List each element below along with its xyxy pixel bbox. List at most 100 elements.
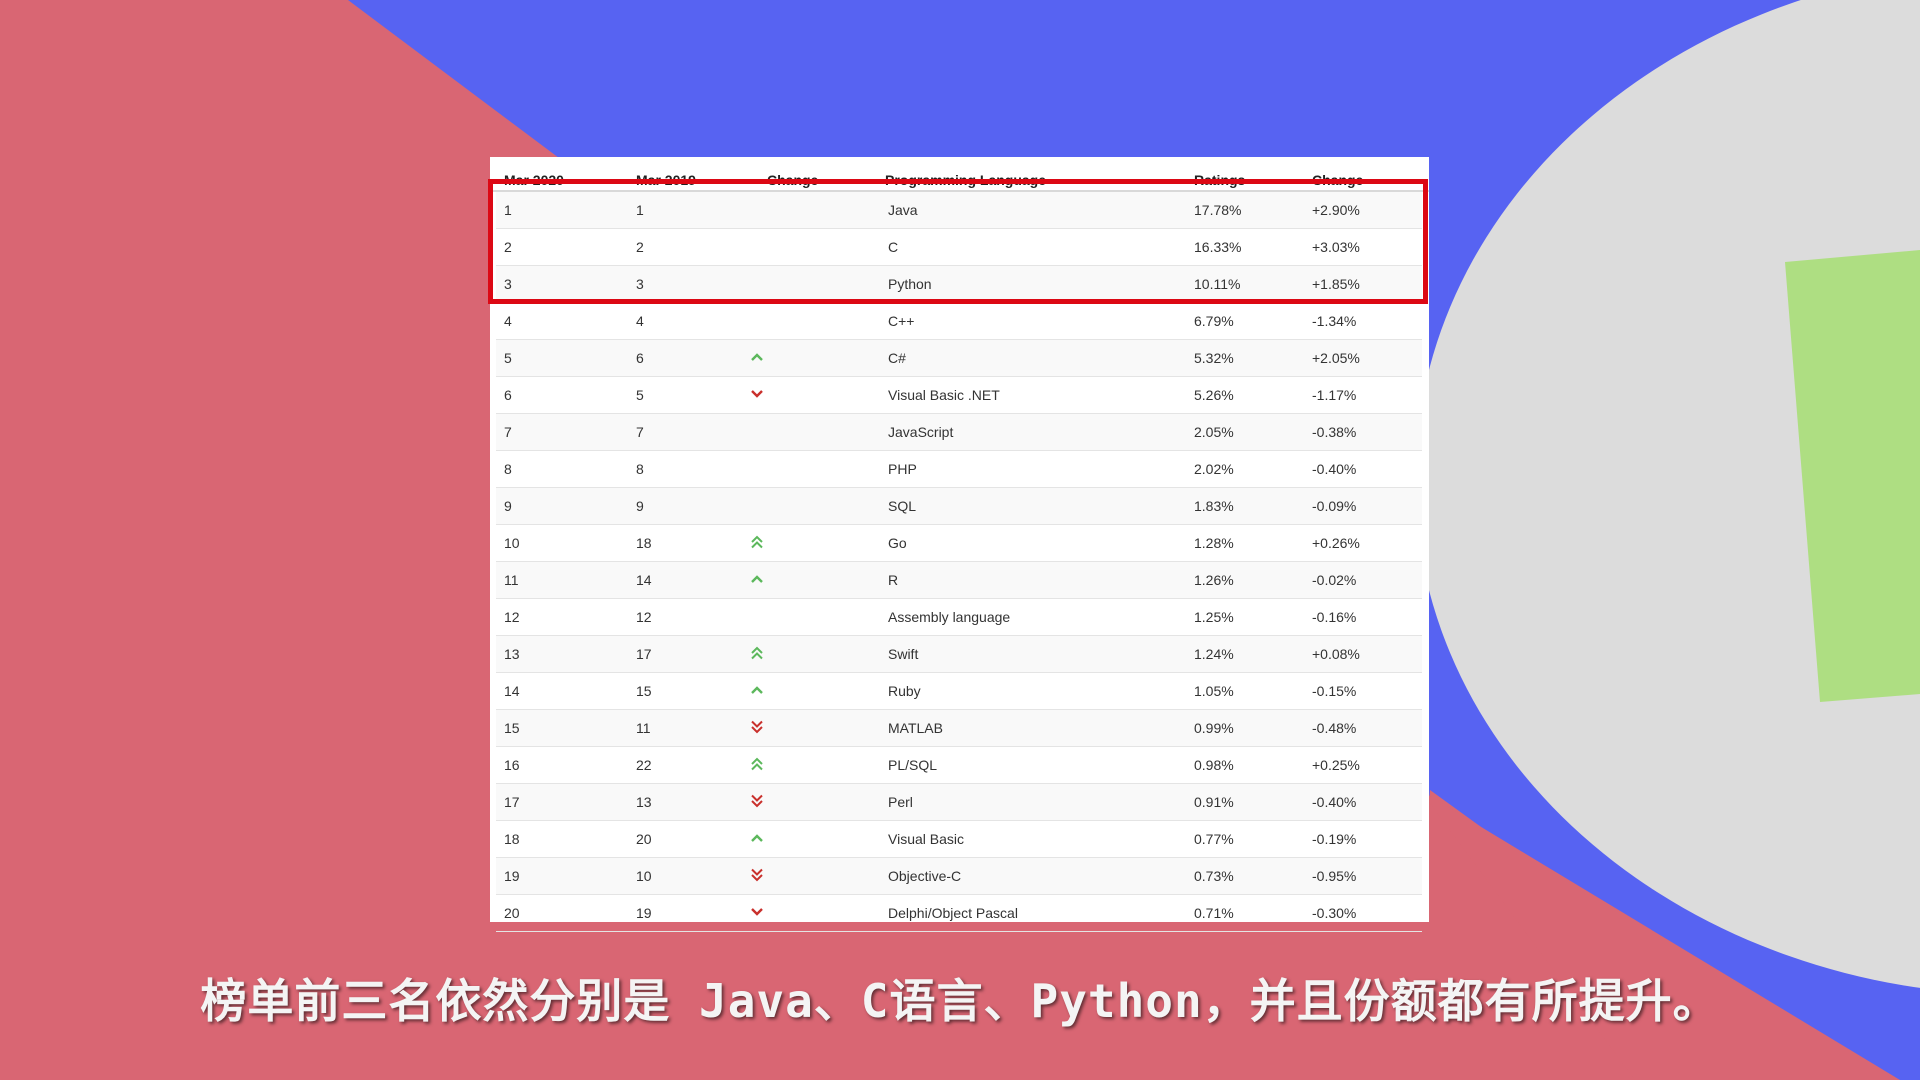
subtitle-caption: 榜单前三名依然分别是 Java、C语言、Python，并且份额都有所提升。 <box>200 974 1720 1028</box>
rating-change-cell: -0.19% <box>1312 831 1357 847</box>
language-cell: Swift <box>888 646 919 662</box>
rank-2019-cell: 4 <box>636 313 644 329</box>
double-chevron-up-icon <box>750 535 766 551</box>
rank-2020-cell: 19 <box>504 868 520 884</box>
rating-change-cell: +0.26% <box>1312 535 1360 551</box>
rating-cell: 0.91% <box>1194 794 1234 810</box>
language-cell: PHP <box>888 461 917 477</box>
language-cell: Objective-C <box>888 868 962 884</box>
rank-2020-cell: 12 <box>504 609 520 625</box>
rating-cell: 5.32% <box>1194 350 1234 366</box>
change-cell-empty <box>750 313 766 329</box>
rank-2019-cell: 11 <box>636 720 651 736</box>
rating-change-cell: +0.25% <box>1312 757 1360 773</box>
rank-2020-cell: 5 <box>504 350 512 366</box>
rank-2019-cell: 5 <box>636 387 644 403</box>
language-cell: C++ <box>888 313 915 329</box>
rank-2019-cell: 14 <box>636 572 652 588</box>
language-cell: Delphi/Object Pascal <box>888 905 1018 921</box>
rank-2020-cell: 10 <box>504 535 520 551</box>
table-row: 18 20 Visual Basic 0.77% -0.19% <box>496 821 1422 858</box>
rating-cell: 1.05% <box>1194 683 1234 699</box>
rating-change-cell: -0.30% <box>1312 905 1357 921</box>
change-cell-empty <box>750 609 766 625</box>
rank-2019-cell: 20 <box>636 831 652 847</box>
rank-2019-cell: 15 <box>636 683 652 699</box>
rating-cell: 1.28% <box>1194 535 1234 551</box>
rating-change-cell: -0.02% <box>1312 572 1357 588</box>
rating-change-cell: -0.48% <box>1312 720 1357 736</box>
rating-change-cell: -1.17% <box>1312 387 1357 403</box>
rating-change-cell: -0.15% <box>1312 683 1357 699</box>
rank-2019-cell: 17 <box>636 646 652 662</box>
table-row: 16 22 PL/SQL 0.98% +0.25% <box>496 747 1422 784</box>
rank-2020-cell: 14 <box>504 683 520 699</box>
language-cell: Assembly language <box>888 609 1011 625</box>
rating-cell: 0.98% <box>1194 757 1234 773</box>
table-row: 4 4 C++ 6.79% -1.34% <box>496 303 1422 340</box>
rank-2019-cell: 9 <box>636 498 644 514</box>
rating-cell: 1.83% <box>1194 498 1234 514</box>
double-chevron-down-icon <box>750 868 766 884</box>
rank-2020-cell: 15 <box>504 720 520 736</box>
rating-cell: 5.26% <box>1194 387 1234 403</box>
rating-cell: 2.05% <box>1194 424 1234 440</box>
rank-2020-cell: 8 <box>504 461 512 477</box>
rank-2019-cell: 12 <box>636 609 652 625</box>
chevron-up-icon <box>750 683 766 699</box>
rank-2020-cell: 20 <box>504 905 520 921</box>
rating-cell: 0.99% <box>1194 720 1234 736</box>
rating-cell: 0.77% <box>1194 831 1234 847</box>
table-row: 13 17 Swift 1.24% +0.08% <box>496 636 1422 673</box>
rating-change-cell: -0.95% <box>1312 868 1357 884</box>
rank-2020-cell: 11 <box>504 572 519 588</box>
table-row: 5 6 C# 5.32% +2.05% <box>496 340 1422 377</box>
rank-2020-cell: 7 <box>504 424 512 440</box>
chevron-up-icon <box>750 350 766 366</box>
rating-cell: 0.73% <box>1194 868 1234 884</box>
rank-2019-cell: 6 <box>636 350 644 366</box>
language-cell: Visual Basic .NET <box>888 387 1000 403</box>
change-cell-empty <box>750 424 766 440</box>
chevron-up-icon <box>750 572 766 588</box>
rating-cell: 1.26% <box>1194 572 1234 588</box>
rating-change-cell: +2.05% <box>1312 350 1360 366</box>
language-cell: Go <box>888 535 907 551</box>
table-row: 12 12 Assembly language 1.25% -0.16% <box>496 599 1422 636</box>
change-cell-empty <box>750 461 766 477</box>
table-row: 19 10 Objective-C 0.73% -0.95% <box>496 858 1422 895</box>
rank-2020-cell: 16 <box>504 757 520 773</box>
language-cell: R <box>888 572 899 588</box>
language-cell: Visual Basic <box>888 831 965 847</box>
rank-2020-cell: 13 <box>504 646 520 662</box>
rank-2019-cell: 19 <box>636 905 652 921</box>
rating-change-cell: -1.34% <box>1312 313 1357 329</box>
rating-change-cell: -0.40% <box>1312 461 1357 477</box>
top-three-highlight-box <box>488 179 1428 304</box>
table-row: 17 13 Perl 0.91% -0.40% <box>496 784 1422 821</box>
chevron-down-icon <box>750 905 766 921</box>
table-row: 15 11 MATLAB 0.99% -0.48% <box>496 710 1422 747</box>
change-cell-empty <box>750 498 766 514</box>
rank-2019-cell: 18 <box>636 535 652 551</box>
double-chevron-up-icon <box>750 646 766 662</box>
rank-2019-cell: 8 <box>636 461 644 477</box>
table-row: 14 15 Ruby 1.05% -0.15% <box>496 673 1422 710</box>
rank-2020-cell: 9 <box>504 498 512 514</box>
table-row: 9 9 SQL 1.83% -0.09% <box>496 488 1422 525</box>
double-chevron-up-icon <box>750 757 766 773</box>
rank-2020-cell: 6 <box>504 387 512 403</box>
language-cell: MATLAB <box>888 720 943 736</box>
rating-cell: 1.25% <box>1194 609 1234 625</box>
rank-2019-cell: 22 <box>636 757 652 773</box>
table-row: 11 14 R 1.26% -0.02% <box>496 562 1422 599</box>
language-cell: C# <box>888 350 906 366</box>
rating-change-cell: -0.16% <box>1312 609 1357 625</box>
table-row: 7 7 JavaScript 2.05% -0.38% <box>496 414 1422 451</box>
rank-2020-cell: 17 <box>504 794 520 810</box>
language-cell: PL/SQL <box>888 757 938 773</box>
rank-2019-cell: 7 <box>636 424 644 440</box>
language-cell: SQL <box>888 498 917 514</box>
chevron-down-icon <box>750 387 766 403</box>
rank-2020-cell: 4 <box>504 313 512 329</box>
